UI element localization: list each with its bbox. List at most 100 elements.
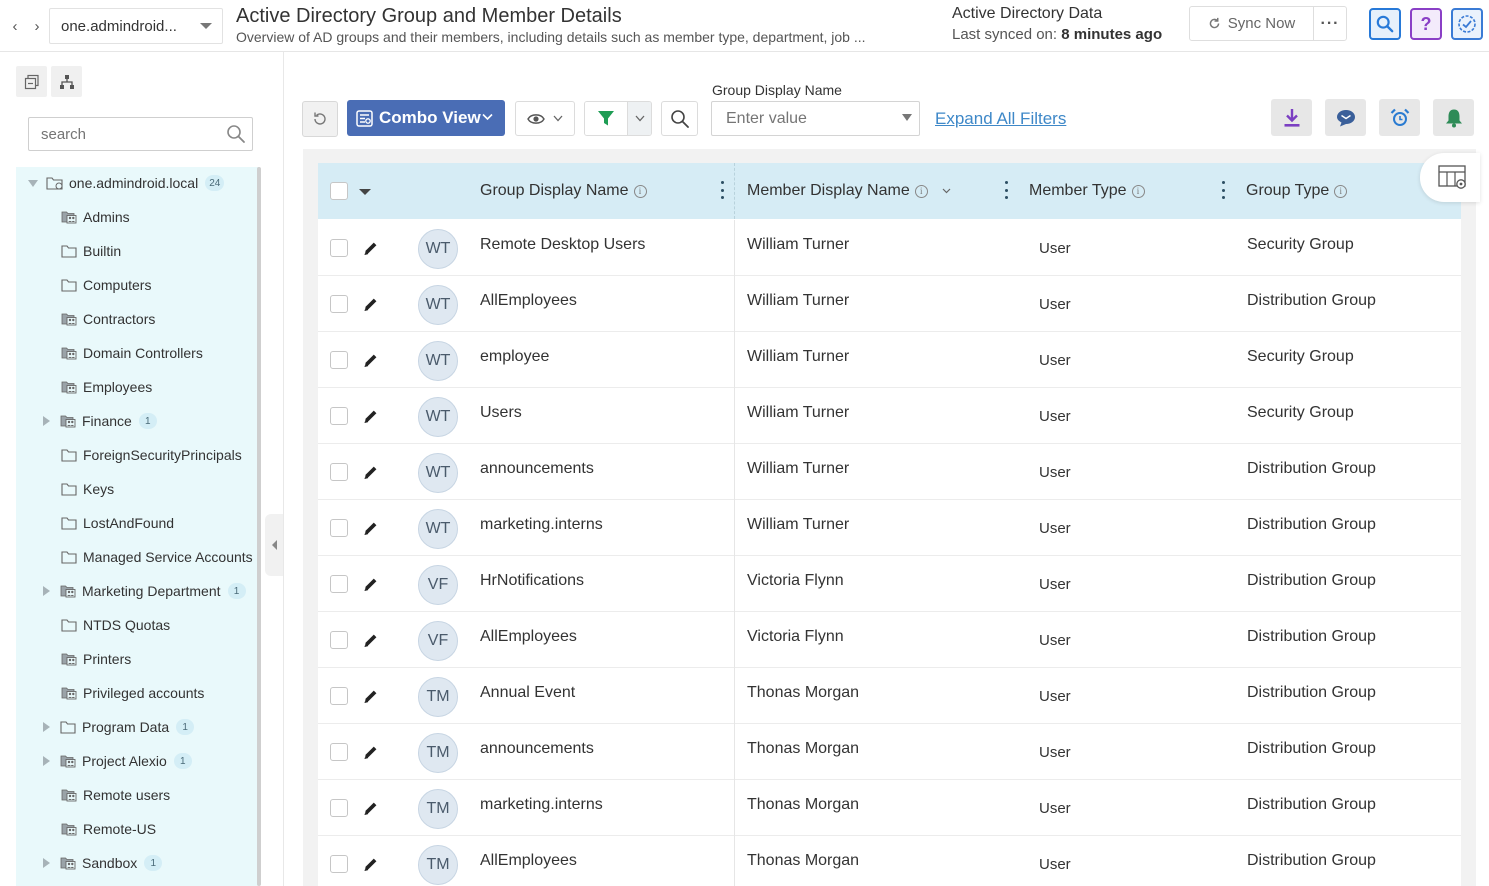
column-divider[interactable]	[734, 163, 735, 219]
tree-item[interactable]: Program Data 1	[16, 717, 195, 737]
chat-button[interactable]	[1325, 99, 1366, 136]
tree-item[interactable]: Remote users	[16, 785, 170, 805]
export-button[interactable]	[1271, 99, 1312, 136]
sync-now-button[interactable]: Sync Now	[1190, 7, 1314, 40]
member-display-name-cell[interactable]: William Turner	[747, 292, 849, 310]
tree-scrollbar[interactable]	[257, 167, 261, 886]
edit-pencil-icon[interactable]	[363, 744, 379, 765]
tree-item[interactable]: LostAndFound	[16, 513, 174, 533]
tree-item[interactable]: Admins	[16, 207, 130, 227]
column-visibility-button[interactable]	[515, 101, 575, 136]
edit-pencil-icon[interactable]	[363, 296, 379, 317]
tree-item[interactable]: Contractors	[16, 309, 155, 329]
tree-search-input[interactable]	[28, 117, 253, 151]
table-row[interactable]: WT AllEmployees William Turner User Distribu…	[318, 276, 1461, 332]
table-row[interactable]: TM AllEmployees Thonas Morgan User Distribut…	[318, 836, 1461, 886]
expand-toggle-icon[interactable]	[43, 416, 50, 426]
row-checkbox[interactable]	[330, 407, 348, 425]
row-checkbox[interactable]	[330, 463, 348, 481]
refresh-button[interactable]	[302, 101, 338, 137]
tree-item[interactable]: Sandbox 1	[16, 853, 163, 873]
group-display-name-cell[interactable]: AllEmployees	[480, 628, 577, 646]
expand-toggle-icon[interactable]	[43, 586, 50, 596]
member-display-name-cell[interactable]: William Turner	[747, 236, 849, 254]
table-row[interactable]: WT Remote Desktop Users William Turner User…	[318, 220, 1461, 276]
group-display-name-cell[interactable]: Users	[480, 404, 522, 422]
alerts-button[interactable]	[1433, 99, 1474, 136]
edit-pencil-icon[interactable]	[363, 856, 379, 877]
selection-menu-caret-icon[interactable]	[359, 189, 371, 195]
expand-toggle-icon[interactable]	[28, 179, 38, 187]
expand-toggle-icon[interactable]	[43, 756, 50, 766]
row-checkbox[interactable]	[330, 295, 348, 313]
tree-view-toggle-button[interactable]	[16, 66, 47, 97]
edit-pencil-icon[interactable]	[363, 688, 379, 709]
edit-pencil-icon[interactable]	[363, 408, 379, 429]
table-row[interactable]: WT Users William Turner User Security Group	[318, 388, 1461, 444]
edit-pencil-icon[interactable]	[363, 800, 379, 821]
row-checkbox[interactable]	[330, 687, 348, 705]
table-row[interactable]: TM announcements Thonas Morgan User Distribu…	[318, 724, 1461, 780]
group-display-name-cell[interactable]: HrNotifications	[480, 572, 584, 590]
edit-pencil-icon[interactable]	[363, 352, 379, 373]
global-search-button[interactable]	[1369, 8, 1401, 40]
column-header-member-display-name[interactable]: Member Display Name i	[747, 163, 951, 219]
tree-item[interactable]: Printers	[16, 649, 131, 669]
combo-view-button[interactable]: Combo View	[347, 100, 505, 136]
table-row[interactable]: WT marketing.interns William Turner User Dis…	[318, 500, 1461, 556]
table-row[interactable]: VF HrNotifications Victoria Flynn User Distr…	[318, 556, 1461, 612]
select-all-checkbox[interactable]	[330, 182, 348, 200]
table-row[interactable]: TM marketing.interns Thonas Morgan User Dist…	[318, 780, 1461, 836]
group-display-name-cell[interactable]: Remote Desktop Users	[480, 236, 645, 254]
tree-item[interactable]: NTDS Quotas	[16, 615, 170, 635]
chevron-down-icon[interactable]	[902, 114, 912, 121]
edit-pencil-icon[interactable]	[363, 464, 379, 485]
column-header-member-type[interactable]: Member Type i	[1029, 163, 1145, 219]
table-row[interactable]: WT employee William Turner User Security Gro…	[318, 332, 1461, 388]
row-checkbox[interactable]	[330, 799, 348, 817]
table-row[interactable]: VF AllEmployees Victoria Flynn User Distribu…	[318, 612, 1461, 668]
tree-item[interactable]: Remote-US	[16, 819, 156, 839]
help-button[interactable]: ?	[1410, 8, 1442, 40]
info-icon[interactable]: i	[1334, 184, 1348, 198]
info-icon[interactable]: i	[633, 184, 647, 198]
group-display-name-cell[interactable]: employee	[480, 348, 549, 366]
tree-item[interactable]: ForeignSecurityPrincipals	[16, 445, 242, 465]
member-display-name-cell[interactable]: William Turner	[747, 460, 849, 478]
column-settings-button[interactable]	[1420, 153, 1480, 202]
group-display-name-cell[interactable]: marketing.interns	[480, 796, 603, 814]
tree-item[interactable]: Managed Service Accounts	[16, 547, 253, 567]
tree-item[interactable]: Domain Controllers	[16, 343, 203, 363]
expand-toggle-icon[interactable]	[43, 722, 50, 732]
tree-item[interactable]: Privileged accounts	[16, 683, 204, 703]
row-checkbox[interactable]	[330, 239, 348, 257]
quick-filter-input[interactable]	[711, 101, 920, 136]
column-menu-icon[interactable]	[1221, 181, 1225, 199]
member-display-name-cell[interactable]: Thonas Morgan	[747, 852, 859, 870]
member-display-name-cell[interactable]: Thonas Morgan	[747, 740, 859, 758]
back-arrow-icon[interactable]: ‹	[13, 18, 18, 35]
member-display-name-cell[interactable]: Victoria Flynn	[747, 628, 844, 646]
expand-all-filters-link[interactable]: Expand All Filters	[935, 109, 1066, 129]
column-menu-icon[interactable]	[720, 181, 724, 199]
edit-pencil-icon[interactable]	[363, 520, 379, 541]
member-display-name-cell[interactable]: Victoria Flynn	[747, 572, 844, 590]
tasks-button[interactable]	[1451, 8, 1483, 40]
row-checkbox[interactable]	[330, 519, 348, 537]
member-display-name-cell[interactable]: William Turner	[747, 404, 849, 422]
collapse-panel-handle[interactable]	[265, 514, 284, 576]
grid-scrollbar[interactable]	[1476, 166, 1486, 886]
hierarchy-view-button[interactable]	[51, 66, 82, 97]
member-display-name-cell[interactable]: Thonas Morgan	[747, 684, 859, 702]
column-header-group-type[interactable]: Group Type i	[1246, 163, 1348, 219]
group-display-name-cell[interactable]: announcements	[480, 740, 594, 758]
row-checkbox[interactable]	[330, 631, 348, 649]
tree-item[interactable]: Keys	[16, 479, 114, 499]
edit-pencil-icon[interactable]	[363, 632, 379, 653]
row-checkbox[interactable]	[330, 351, 348, 369]
tree-item[interactable]: Computers	[16, 275, 151, 295]
filter-dropdown-button[interactable]	[627, 102, 651, 135]
edit-pencil-icon[interactable]	[363, 576, 379, 597]
tree-item[interactable]: Project Alexio 1	[16, 751, 192, 771]
domain-selector[interactable]: one.admindroid...	[49, 8, 223, 44]
